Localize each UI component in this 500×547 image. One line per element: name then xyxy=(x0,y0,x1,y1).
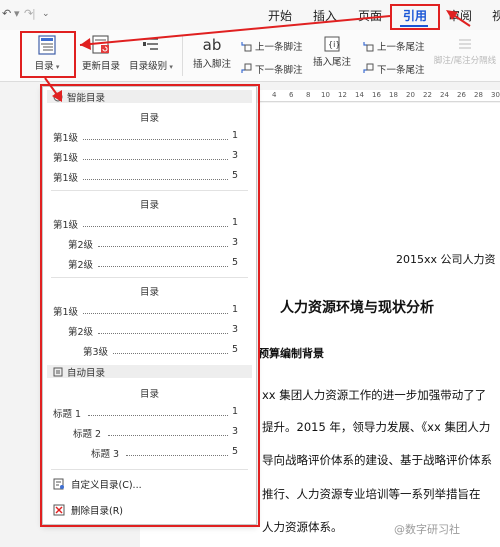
ruler-tick: 20 xyxy=(406,91,415,99)
body-line: 导向战略评价体系的建设、基于战略评价体系 xyxy=(262,453,492,467)
footnote-separator-button: 脚注/尾注分隔线 xyxy=(430,36,500,66)
next-footnote-button[interactable]: 下一条脚注 xyxy=(240,62,303,76)
tab-review[interactable]: 审阅 xyxy=(448,7,472,24)
insert-footnote-label: 插入脚注 xyxy=(192,59,231,70)
undo-dropdown-icon[interactable]: ▾ xyxy=(14,7,20,20)
toolbar-separator: | xyxy=(32,7,36,20)
insert-endnote-label: 插入尾注 xyxy=(312,57,351,68)
watermark: @数字研习社 xyxy=(394,523,460,536)
endnote-icon: {i} xyxy=(324,36,340,52)
ruler-tick: 16 xyxy=(372,91,381,99)
prev-footnote-icon xyxy=(241,42,252,52)
section-heading: 人力资源环境与现状分析 xyxy=(280,300,434,316)
toc-level-icon xyxy=(143,38,158,50)
body-line: 提升。2015 年，领导力发展、《xx 集团人力 xyxy=(262,420,491,434)
toc-level-label: 目录级别 xyxy=(129,61,168,72)
ruler-tick: 10 xyxy=(321,91,330,99)
document-header: 2015xx 公司人力资 xyxy=(396,253,496,266)
next-endnote-icon xyxy=(363,63,374,73)
tab-insert[interactable]: 插入 xyxy=(313,7,337,24)
chevron-down-icon: ▾ xyxy=(167,63,173,71)
insert-footnote-button[interactable]: ab 插入脚注 xyxy=(190,36,234,70)
ruler-tick: 24 xyxy=(440,91,449,99)
prev-footnote-button[interactable]: 上一条脚注 xyxy=(240,39,303,53)
highlight-toc-panel xyxy=(40,84,260,527)
next-endnote-label: 下一条尾注 xyxy=(377,65,425,76)
footnote-icon: ab xyxy=(202,36,222,54)
next-footnote-label: 下一条脚注 xyxy=(255,65,303,76)
ruler-tick: 14 xyxy=(355,91,364,99)
next-footnote-icon xyxy=(241,63,252,73)
horizontal-ruler[interactable]: 4 6 8 10 12 14 16 18 20 22 24 26 28 30 xyxy=(258,90,500,102)
prev-endnote-label: 上一条尾注 xyxy=(377,42,425,53)
highlight-references-tab xyxy=(390,4,440,30)
ruler-tick: 12 xyxy=(338,91,347,99)
ruler-tick: 18 xyxy=(389,91,398,99)
ruler-tick: 22 xyxy=(423,91,432,99)
undo-icon[interactable]: ↶ xyxy=(2,7,11,20)
toc-level-button[interactable]: 目录级别 ▾ xyxy=(126,34,176,72)
update-toc-button[interactable]: 更新目录 xyxy=(80,34,122,72)
more-icon[interactable]: ⌄ xyxy=(42,9,50,19)
footnote-separator-label: 脚注/尾注分隔线 xyxy=(433,56,497,66)
ruler-tick: 26 xyxy=(457,91,466,99)
next-endnote-button[interactable]: 下一条尾注 xyxy=(362,62,425,76)
update-toc-icon xyxy=(92,35,109,54)
body-line: 推行、人力资源专业培训等一系列举措旨在 xyxy=(262,487,481,501)
update-toc-label: 更新目录 xyxy=(81,61,120,72)
body-line: 人力资源体系。 xyxy=(262,520,343,534)
prev-endnote-button[interactable]: 上一条尾注 xyxy=(362,39,425,53)
ruler-tick: 6 xyxy=(289,91,294,99)
separator-icon xyxy=(459,39,471,49)
body-line: xx 集团人力资源工作的进一步加强带动了了 xyxy=(262,388,487,402)
sub-heading: 预算编制背景 xyxy=(258,347,324,360)
tab-page[interactable]: 页面 xyxy=(358,7,382,24)
prev-endnote-icon xyxy=(363,42,374,52)
insert-endnote-button[interactable]: {i} 插入尾注 xyxy=(310,36,354,68)
ruler-tick: 4 xyxy=(272,91,277,99)
tab-view[interactable]: 视 xyxy=(492,7,500,24)
highlight-toc-button xyxy=(20,31,76,78)
ruler-tick: 28 xyxy=(474,91,483,99)
ruler-tick: 8 xyxy=(306,91,311,99)
tab-start[interactable]: 开始 xyxy=(268,7,292,24)
prev-footnote-label: 上一条脚注 xyxy=(255,42,303,53)
ruler-tick: 30 xyxy=(491,91,500,99)
svg-text:{i}: {i} xyxy=(328,40,340,49)
ribbon-divider xyxy=(182,36,183,76)
